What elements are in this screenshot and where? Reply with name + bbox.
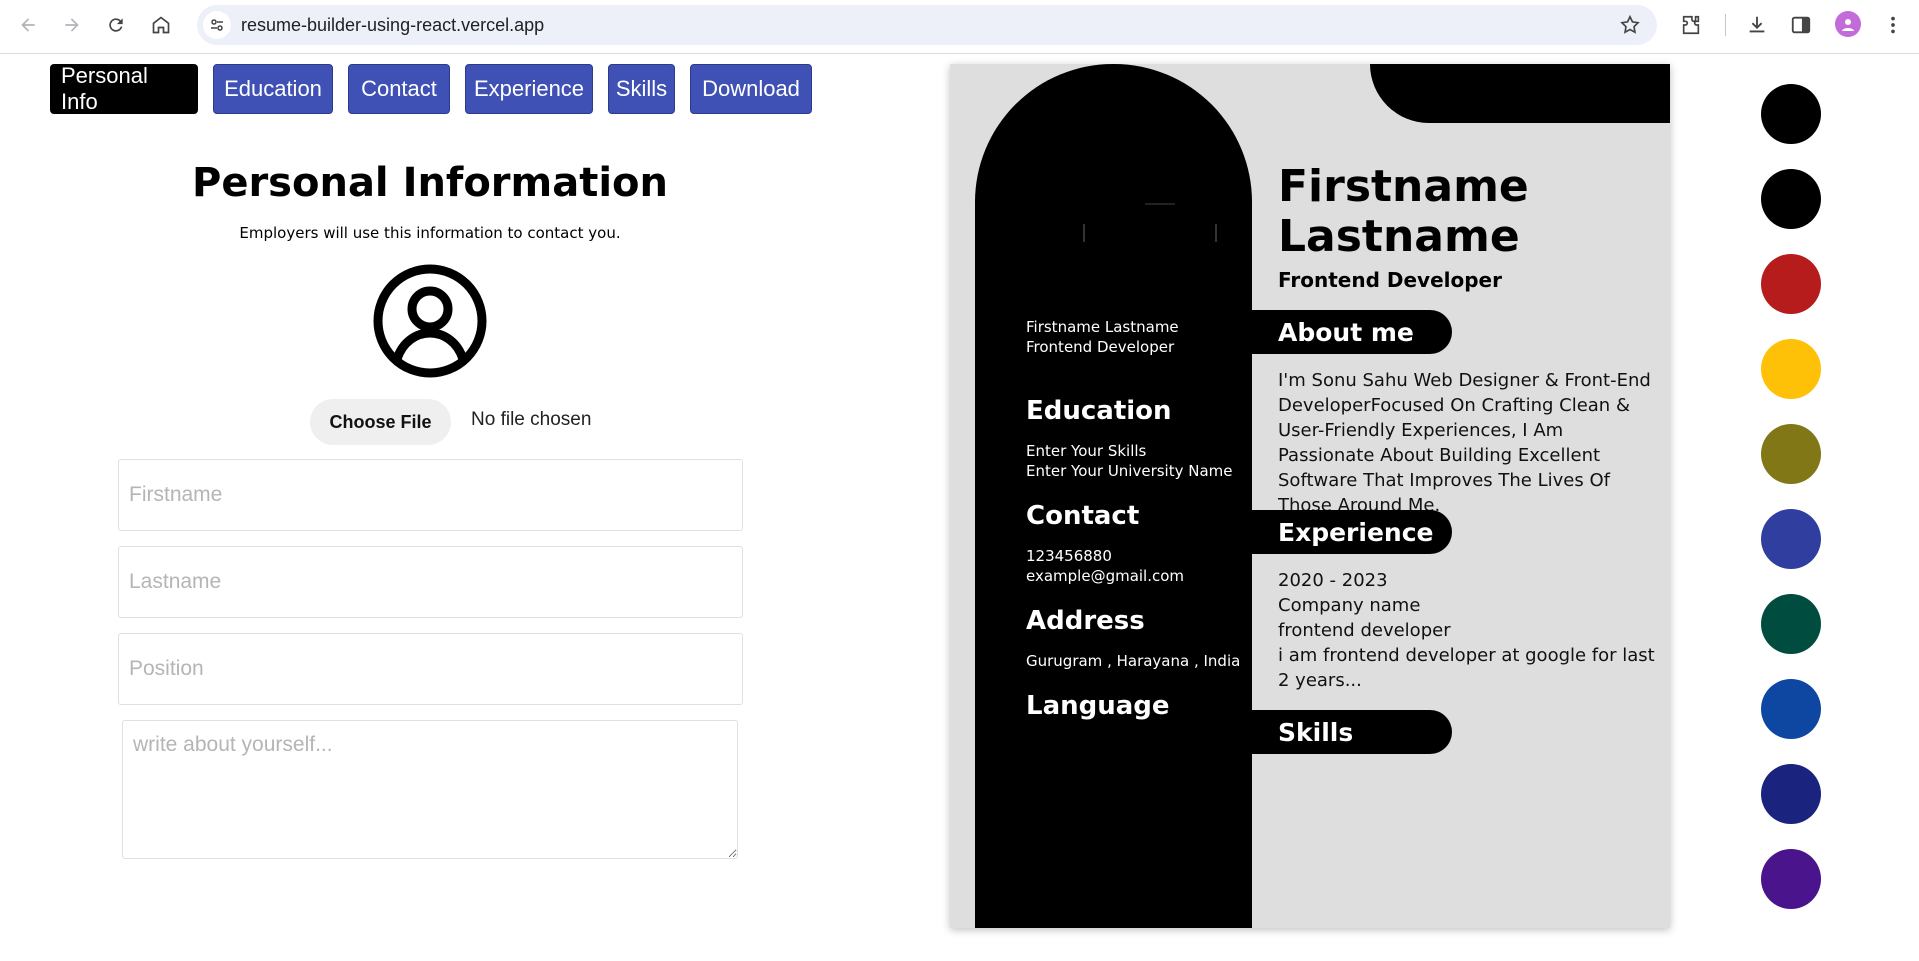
- sidebar-position: Frontend Developer: [1026, 338, 1175, 356]
- browser-toolbar: resume-builder-using-react.vercel.app: [0, 0, 1919, 54]
- file-status-text: No file chosen: [471, 409, 592, 430]
- experience-years: 2020 - 2023: [1278, 570, 1388, 591]
- experience-company: Company name: [1278, 595, 1421, 616]
- profile-placeholder-icon: [372, 263, 488, 379]
- tab-download[interactable]: Download: [690, 64, 812, 114]
- color-swatch[interactable]: [1761, 254, 1821, 314]
- firstname-input[interactable]: [118, 459, 743, 531]
- skills-heading: Skills: [1252, 710, 1452, 754]
- color-swatch[interactable]: [1761, 594, 1821, 654]
- about-textarea[interactable]: [122, 720, 738, 859]
- experience-role: frontend developer: [1278, 620, 1451, 641]
- toolbar-separator: [1725, 14, 1726, 36]
- site-info-icon[interactable]: [203, 11, 231, 39]
- extensions-icon[interactable]: [1678, 12, 1704, 38]
- form-title: Personal Information: [192, 160, 668, 206]
- tab-education[interactable]: Education: [213, 64, 333, 114]
- color-swatch[interactable]: [1761, 849, 1821, 909]
- resume-position: Frontend Developer: [1278, 268, 1502, 292]
- experience-description: i am frontend developer at google for la…: [1278, 645, 1655, 691]
- address-text: Gurugram , Harayana , India: [1026, 652, 1241, 670]
- contact-details: 123456880 example@gmail.com: [1026, 546, 1184, 586]
- resume-last-name: Lastname: [1278, 211, 1520, 262]
- education-university: Enter Your University Name: [1026, 462, 1233, 480]
- education-skills: Enter Your Skills: [1026, 442, 1147, 460]
- sidebar-name: Firstname Lastname: [1026, 318, 1179, 336]
- color-swatch[interactable]: [1761, 679, 1821, 739]
- tab-experience[interactable]: Experience: [465, 64, 593, 114]
- resume-name: Firstname Lastname: [1278, 162, 1529, 262]
- address-heading: Address: [1026, 606, 1145, 636]
- color-swatch[interactable]: [1761, 169, 1821, 229]
- sidebar-name-block: Firstname Lastname Frontend Developer: [1026, 317, 1179, 357]
- tab-personal-info[interactable]: Personal Info: [50, 63, 198, 114]
- lastname-input[interactable]: [118, 546, 743, 618]
- contact-email: example@gmail.com: [1026, 567, 1185, 585]
- experience-details: 2020 - 2023 Company name frontend develo…: [1278, 568, 1663, 693]
- color-swatch[interactable]: [1761, 764, 1821, 824]
- tab-skills[interactable]: Skills: [608, 64, 675, 114]
- profile-avatar[interactable]: [1835, 11, 1861, 37]
- resume-photo: [1045, 114, 1225, 303]
- color-swatch[interactable]: [1761, 84, 1821, 144]
- education-heading: Education: [1026, 396, 1172, 426]
- education-details: Enter Your Skills Enter Your University …: [1026, 441, 1233, 481]
- form-subtitle: Employers will use this information to c…: [239, 224, 621, 242]
- resume-preview: Firstname Lastname Frontend Developer Ed…: [950, 64, 1670, 928]
- download-icon[interactable]: [1744, 12, 1770, 38]
- choose-file-button[interactable]: Choose File: [310, 399, 451, 445]
- position-input[interactable]: [118, 633, 743, 705]
- resume-top-band: [1370, 64, 1670, 123]
- color-swatch[interactable]: [1761, 424, 1821, 484]
- resume-sidebar: Firstname Lastname Frontend Developer Ed…: [975, 64, 1252, 928]
- about-text: I'm Sonu Sahu Web Designer & Front-End D…: [1278, 370, 1651, 516]
- side-panel-icon[interactable]: [1788, 12, 1814, 38]
- back-icon[interactable]: [13, 10, 43, 40]
- forward-icon[interactable]: [57, 10, 87, 40]
- url-text: resume-builder-using-react.vercel.app: [241, 15, 545, 35]
- address-bar[interactable]: resume-builder-using-react.vercel.app: [197, 5, 1657, 45]
- color-swatch[interactable]: [1761, 509, 1821, 569]
- tab-contact[interactable]: Contact: [348, 64, 450, 114]
- home-icon[interactable]: [146, 10, 176, 40]
- language-heading: Language: [1026, 691, 1170, 721]
- resume-first-name: Firstname: [1278, 161, 1529, 212]
- contact-heading: Contact: [1026, 501, 1140, 531]
- menu-kebab-icon[interactable]: [1880, 12, 1906, 38]
- reload-icon[interactable]: [101, 10, 131, 40]
- contact-phone: 123456880: [1026, 547, 1112, 565]
- experience-heading: Experience: [1252, 510, 1452, 554]
- color-swatch[interactable]: [1761, 339, 1821, 399]
- about-heading: About me: [1252, 310, 1452, 354]
- bookmark-star-icon[interactable]: [1619, 14, 1641, 36]
